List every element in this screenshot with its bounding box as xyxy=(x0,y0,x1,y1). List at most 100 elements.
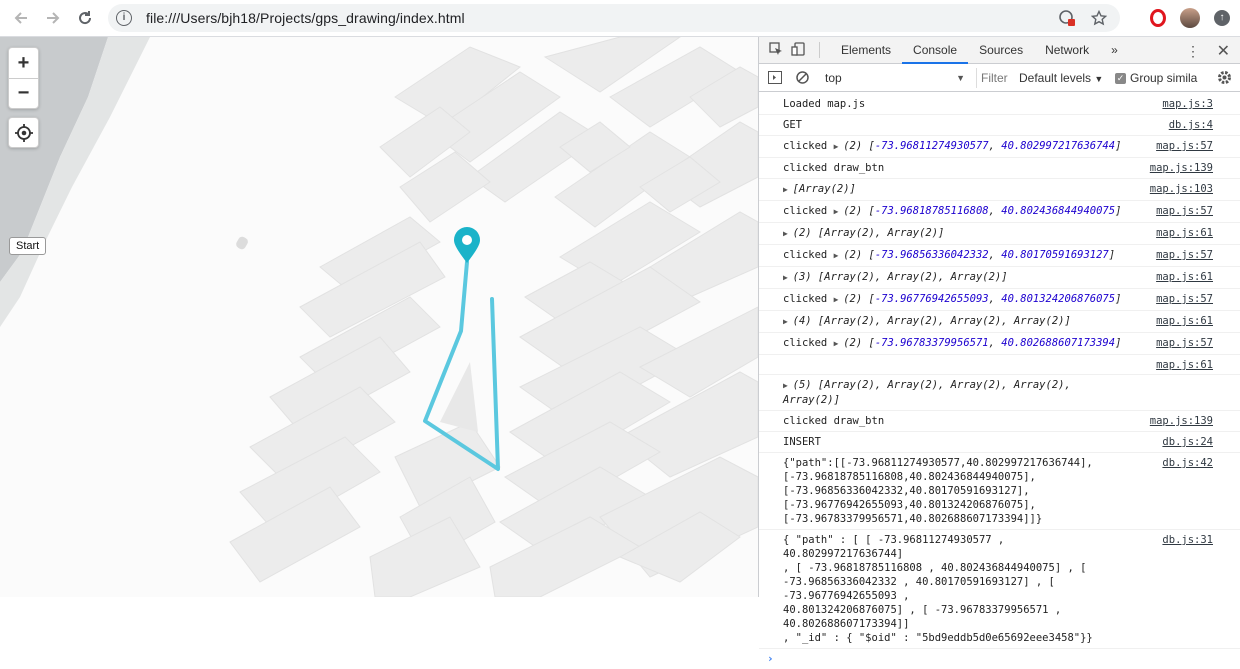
avatar[interactable] xyxy=(1180,8,1200,28)
source-link[interactable]: map.js:57 xyxy=(1156,139,1213,153)
console-message: {"path":[[-73.96811274930577,40.80299721… xyxy=(759,453,1240,530)
opera-extension-icon[interactable] xyxy=(1150,9,1166,27)
console-message: GET db.js:4 xyxy=(759,115,1240,136)
console-toolbar: top ▼ Filter Default levels ▼ ✓ Group si… xyxy=(759,64,1240,92)
zoom-control: + − xyxy=(8,47,39,109)
console-text: INSERT xyxy=(783,436,821,448)
map-view[interactable]: + − Start xyxy=(0,37,758,597)
log-levels-label: Default levels xyxy=(1019,71,1092,85)
array-preview[interactable]: (2) [Array(2), Array(2)] xyxy=(793,227,945,239)
log-levels-dropdown[interactable]: Default levels ▼ xyxy=(1019,68,1103,89)
array-preview[interactable]: (5) [Array(2), Array(2), Array(2), Array… xyxy=(783,379,1077,406)
latitude-value: 40.802688607173394 xyxy=(1001,337,1116,349)
expand-triangle-icon[interactable]: ▶ xyxy=(783,273,793,282)
close-icon[interactable]: ✕ xyxy=(1217,41,1230,61)
checkbox-checked-icon[interactable]: ✓ xyxy=(1115,72,1126,84)
reload-icon[interactable] xyxy=(74,7,96,29)
source-link[interactable]: map.js:3 xyxy=(1162,97,1213,111)
filter-input[interactable]: Filter xyxy=(976,68,1008,88)
console-message: ▶ (4) [Array(2), Array(2), Array(2), Arr… xyxy=(759,311,1240,333)
source-link[interactable]: map.js:139 xyxy=(1150,161,1213,175)
info-icon[interactable]: i xyxy=(116,10,132,26)
expand-triangle-icon[interactable]: ▶ xyxy=(834,295,844,304)
source-link[interactable]: db.js:42 xyxy=(1162,456,1213,470)
tab-network[interactable]: Network xyxy=(1034,37,1100,64)
console-message: clicked ▶ (2) [-73.96776942655093, 40.80… xyxy=(759,289,1240,311)
source-link[interactable]: map.js:57 xyxy=(1156,248,1213,262)
chevron-down-icon: ▼ xyxy=(956,73,965,83)
address-bar[interactable]: i file:///Users/bjh18/Projects/gps_drawi… xyxy=(108,4,1120,32)
longitude-value: -73.96856336042332 xyxy=(874,249,989,261)
expand-triangle-icon[interactable]: ▶ xyxy=(834,142,844,151)
source-link[interactable]: db.js:24 xyxy=(1162,435,1213,449)
inspect-element-icon[interactable] xyxy=(769,41,783,59)
console-text: { "path" : [ [ -73.96811274930577 , 40.8… xyxy=(783,534,1093,644)
console-message: ▶ (3) [Array(2), Array(2), Array(2)] map.… xyxy=(759,267,1240,289)
geolocate-button[interactable] xyxy=(8,117,39,148)
zoom-in-button[interactable]: + xyxy=(9,48,38,78)
console-output: Loaded map.js map.js:3 GET db.js:4 clicked ▶… xyxy=(759,94,1240,669)
location-marker-icon xyxy=(454,227,480,263)
array-label[interactable]: (2) [ xyxy=(843,205,875,217)
source-link[interactable]: map.js:57 xyxy=(1156,336,1213,350)
group-similar-checkbox[interactable]: ✓ Group simila xyxy=(1115,68,1197,88)
array-label[interactable]: (2) [ xyxy=(843,249,875,261)
console-text: clicked draw_btn xyxy=(783,162,885,174)
clear-console-icon[interactable] xyxy=(796,71,809,87)
context-select[interactable]: top ▼ xyxy=(825,68,965,88)
console-prefix: clicked xyxy=(783,249,834,261)
console-text: Loaded map.js xyxy=(783,98,866,110)
source-link[interactable]: map.js:57 xyxy=(1156,292,1213,306)
blocked-content-icon[interactable] xyxy=(1058,9,1076,27)
source-link[interactable]: db.js:31 xyxy=(1162,533,1213,547)
expand-triangle-icon[interactable]: ▶ xyxy=(783,229,793,238)
source-link[interactable]: map.js:103 xyxy=(1150,182,1213,196)
console-message: clicked ▶ (2) [-73.96818785116808, 40.80… xyxy=(759,201,1240,223)
array-label[interactable]: (2) [ xyxy=(843,337,875,349)
console-prefix: clicked xyxy=(783,140,834,152)
expand-triangle-icon[interactable]: ▶ xyxy=(783,317,793,326)
latitude-value: 40.802997217636744 xyxy=(1001,140,1116,152)
expand-triangle-icon[interactable]: ▶ xyxy=(783,381,793,390)
chevron-down-icon: ▼ xyxy=(1094,74,1104,84)
map-canvas[interactable] xyxy=(0,37,758,597)
array-preview[interactable]: [Array(2)] xyxy=(793,183,856,195)
browser-toolbar: i file:///Users/bjh18/Projects/gps_drawi… xyxy=(0,0,1240,37)
array-label[interactable]: (2) [ xyxy=(843,293,875,305)
expand-triangle-icon[interactable]: ▶ xyxy=(834,207,844,216)
tab-sources[interactable]: Sources xyxy=(968,37,1034,64)
tab-elements[interactable]: Elements xyxy=(830,37,902,64)
source-link[interactable]: map.js:61 xyxy=(1156,270,1213,284)
expand-triangle-icon[interactable]: ▶ xyxy=(783,185,793,194)
more-tabs-icon[interactable]: » xyxy=(1100,37,1129,64)
console-prompt[interactable]: › xyxy=(759,649,1240,669)
console-message: ▶ [Array(2)] map.js:103 xyxy=(759,179,1240,201)
back-arrow-icon[interactable] xyxy=(10,7,32,29)
array-preview[interactable]: (3) [Array(2), Array(2), Array(2)] xyxy=(793,271,1008,283)
source-link[interactable]: db.js:4 xyxy=(1169,118,1213,132)
gear-icon[interactable] xyxy=(1217,70,1232,88)
forward-arrow-icon[interactable] xyxy=(42,7,64,29)
expand-triangle-icon[interactable]: ▶ xyxy=(834,251,844,260)
source-link[interactable]: map.js:61 xyxy=(1156,314,1213,328)
start-button[interactable]: Start xyxy=(9,237,47,255)
devtools-panel: Elements Console Sources Network » ⋮ ✕ t… xyxy=(758,37,1240,665)
longitude-value: -73.96776942655093 xyxy=(874,293,989,305)
kebab-menu-icon[interactable]: ⋮ xyxy=(1186,43,1200,60)
source-link[interactable]: map.js:61 xyxy=(1156,358,1213,372)
bookmark-star-icon[interactable] xyxy=(1090,9,1108,27)
url-text[interactable]: file:///Users/bjh18/Projects/gps_drawing… xyxy=(146,10,465,26)
source-link[interactable]: map.js:139 xyxy=(1150,414,1213,428)
array-label[interactable]: (2) [ xyxy=(843,140,875,152)
latitude-value: 40.80170591693127 xyxy=(1001,249,1109,261)
array-preview[interactable]: (4) [Array(2), Array(2), Array(2), Array… xyxy=(793,315,1071,327)
expand-triangle-icon[interactable]: ▶ xyxy=(834,339,844,348)
source-link[interactable]: map.js:57 xyxy=(1156,204,1213,218)
tab-console[interactable]: Console xyxy=(902,37,969,64)
update-icon[interactable]: ↑ xyxy=(1214,10,1230,26)
latitude-value: 40.801324206876075 xyxy=(1001,293,1116,305)
zoom-out-button[interactable]: − xyxy=(9,78,38,108)
source-link[interactable]: map.js:61 xyxy=(1156,226,1213,240)
sidebar-toggle-icon[interactable] xyxy=(768,71,782,87)
device-toolbar-icon[interactable] xyxy=(791,41,807,59)
